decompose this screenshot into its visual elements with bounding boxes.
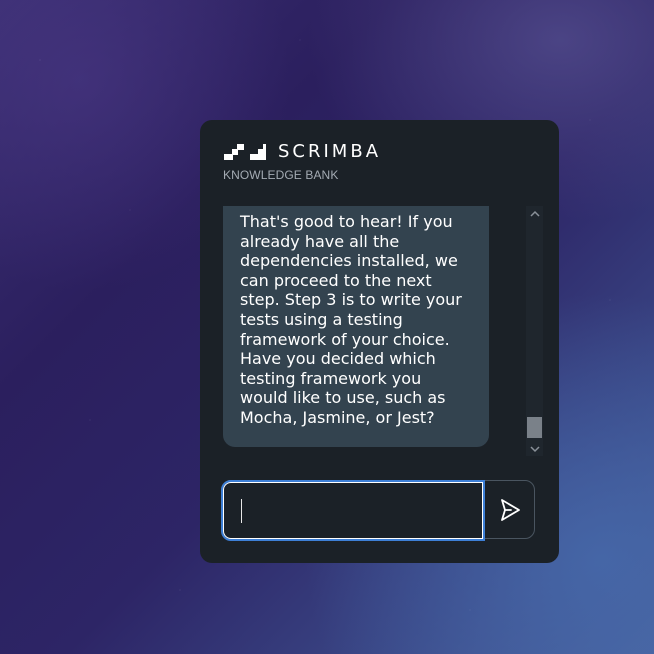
assistant-message: That's good to hear! If you already have… [223,206,489,447]
send-button[interactable] [486,481,534,538]
scroll-down-button[interactable] [526,442,543,456]
chat-panel: SCRIMBA KNOWLEDGE BANK That's good to he… [200,120,559,563]
text-caret [241,499,242,523]
chevron-down-icon [529,445,540,452]
scroll-thumb[interactable] [527,417,542,438]
message-list-scrollbar[interactable] [526,206,543,456]
message-composer [221,480,535,541]
brand-logo: SCRIMBA [224,141,382,162]
message-input[interactable] [221,480,485,541]
scroll-up-button[interactable] [526,206,543,220]
chevron-up-icon [529,210,540,217]
message-list: That's good to hear! If you already have… [223,206,523,450]
brand-name: SCRIMBA [278,141,382,162]
send-icon [501,498,520,521]
page-subtitle: KNOWLEDGE BANK [223,168,339,182]
scrimba-logo-icon [224,144,266,160]
